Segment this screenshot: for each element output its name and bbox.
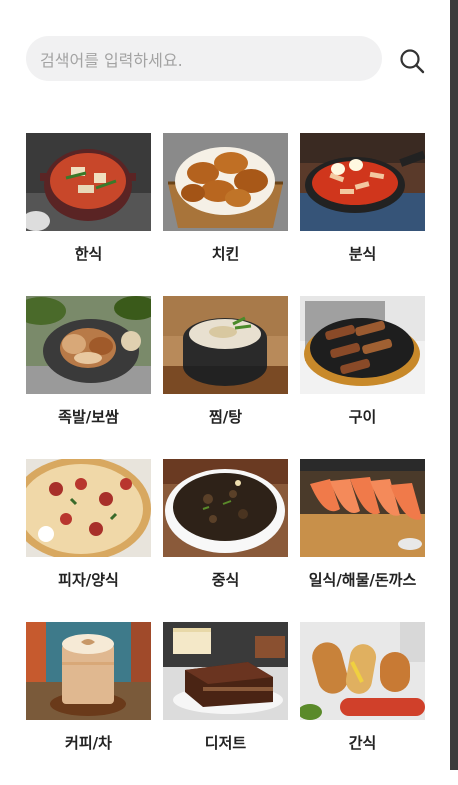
category-pizza-western[interactable]: 피자/양식 [26,459,151,622]
soup-image [163,296,288,394]
search-icon [400,49,425,74]
corndog-image [300,622,425,720]
sashimi-image [300,459,425,557]
latte-image [26,622,151,720]
search-button[interactable] [396,45,428,77]
category-label: 중식 [211,571,240,589]
search-input[interactable]: 검색어를 입력하세요. [26,36,382,81]
category-dessert[interactable]: 디저트 [163,622,288,785]
category-chicken[interactable]: 치킨 [163,133,288,296]
pizza-image [26,459,151,557]
category-grid: 한식 치킨 분식 족발/보쌈 찜/탕 구이 피자/양식 중식 일식/해물/돈까스… [26,133,425,785]
search-placeholder: 검색어를 입력하세요. [40,50,183,70]
korean-food-image [26,133,151,231]
jokbal-image [26,296,151,394]
category-label: 일식/해물/돈까스 [308,571,417,589]
category-stew-soup[interactable]: 찜/탕 [163,296,288,459]
chicken-image [163,133,288,231]
cake-image [163,622,288,720]
category-grill[interactable]: 구이 [300,296,425,459]
category-label: 간식 [348,734,377,752]
category-label: 디저트 [204,734,247,752]
jjajangmyeon-image [163,459,288,557]
category-label: 족발/보쌈 [58,408,119,426]
category-label: 한식 [74,245,103,263]
category-snacks[interactable]: 간식 [300,622,425,785]
category-korean[interactable]: 한식 [26,133,151,296]
category-label: 커피/차 [65,734,112,752]
category-label: 구이 [348,408,377,426]
category-label: 분식 [348,245,377,263]
category-snack-food[interactable]: 분식 [300,133,425,296]
grilled-meat-image [300,296,425,394]
category-japanese-seafood-cutlet[interactable]: 일식/해물/돈까스 [300,459,425,622]
category-coffee-tea[interactable]: 커피/차 [26,622,151,785]
category-label: 피자/양식 [58,571,119,589]
category-label: 찜/탕 [208,408,243,426]
category-chinese[interactable]: 중식 [163,459,288,622]
tteokbokki-image [300,133,425,231]
category-jokbal-bossam[interactable]: 족발/보쌈 [26,296,151,459]
window-edge [450,0,458,770]
category-label: 치킨 [211,245,240,263]
